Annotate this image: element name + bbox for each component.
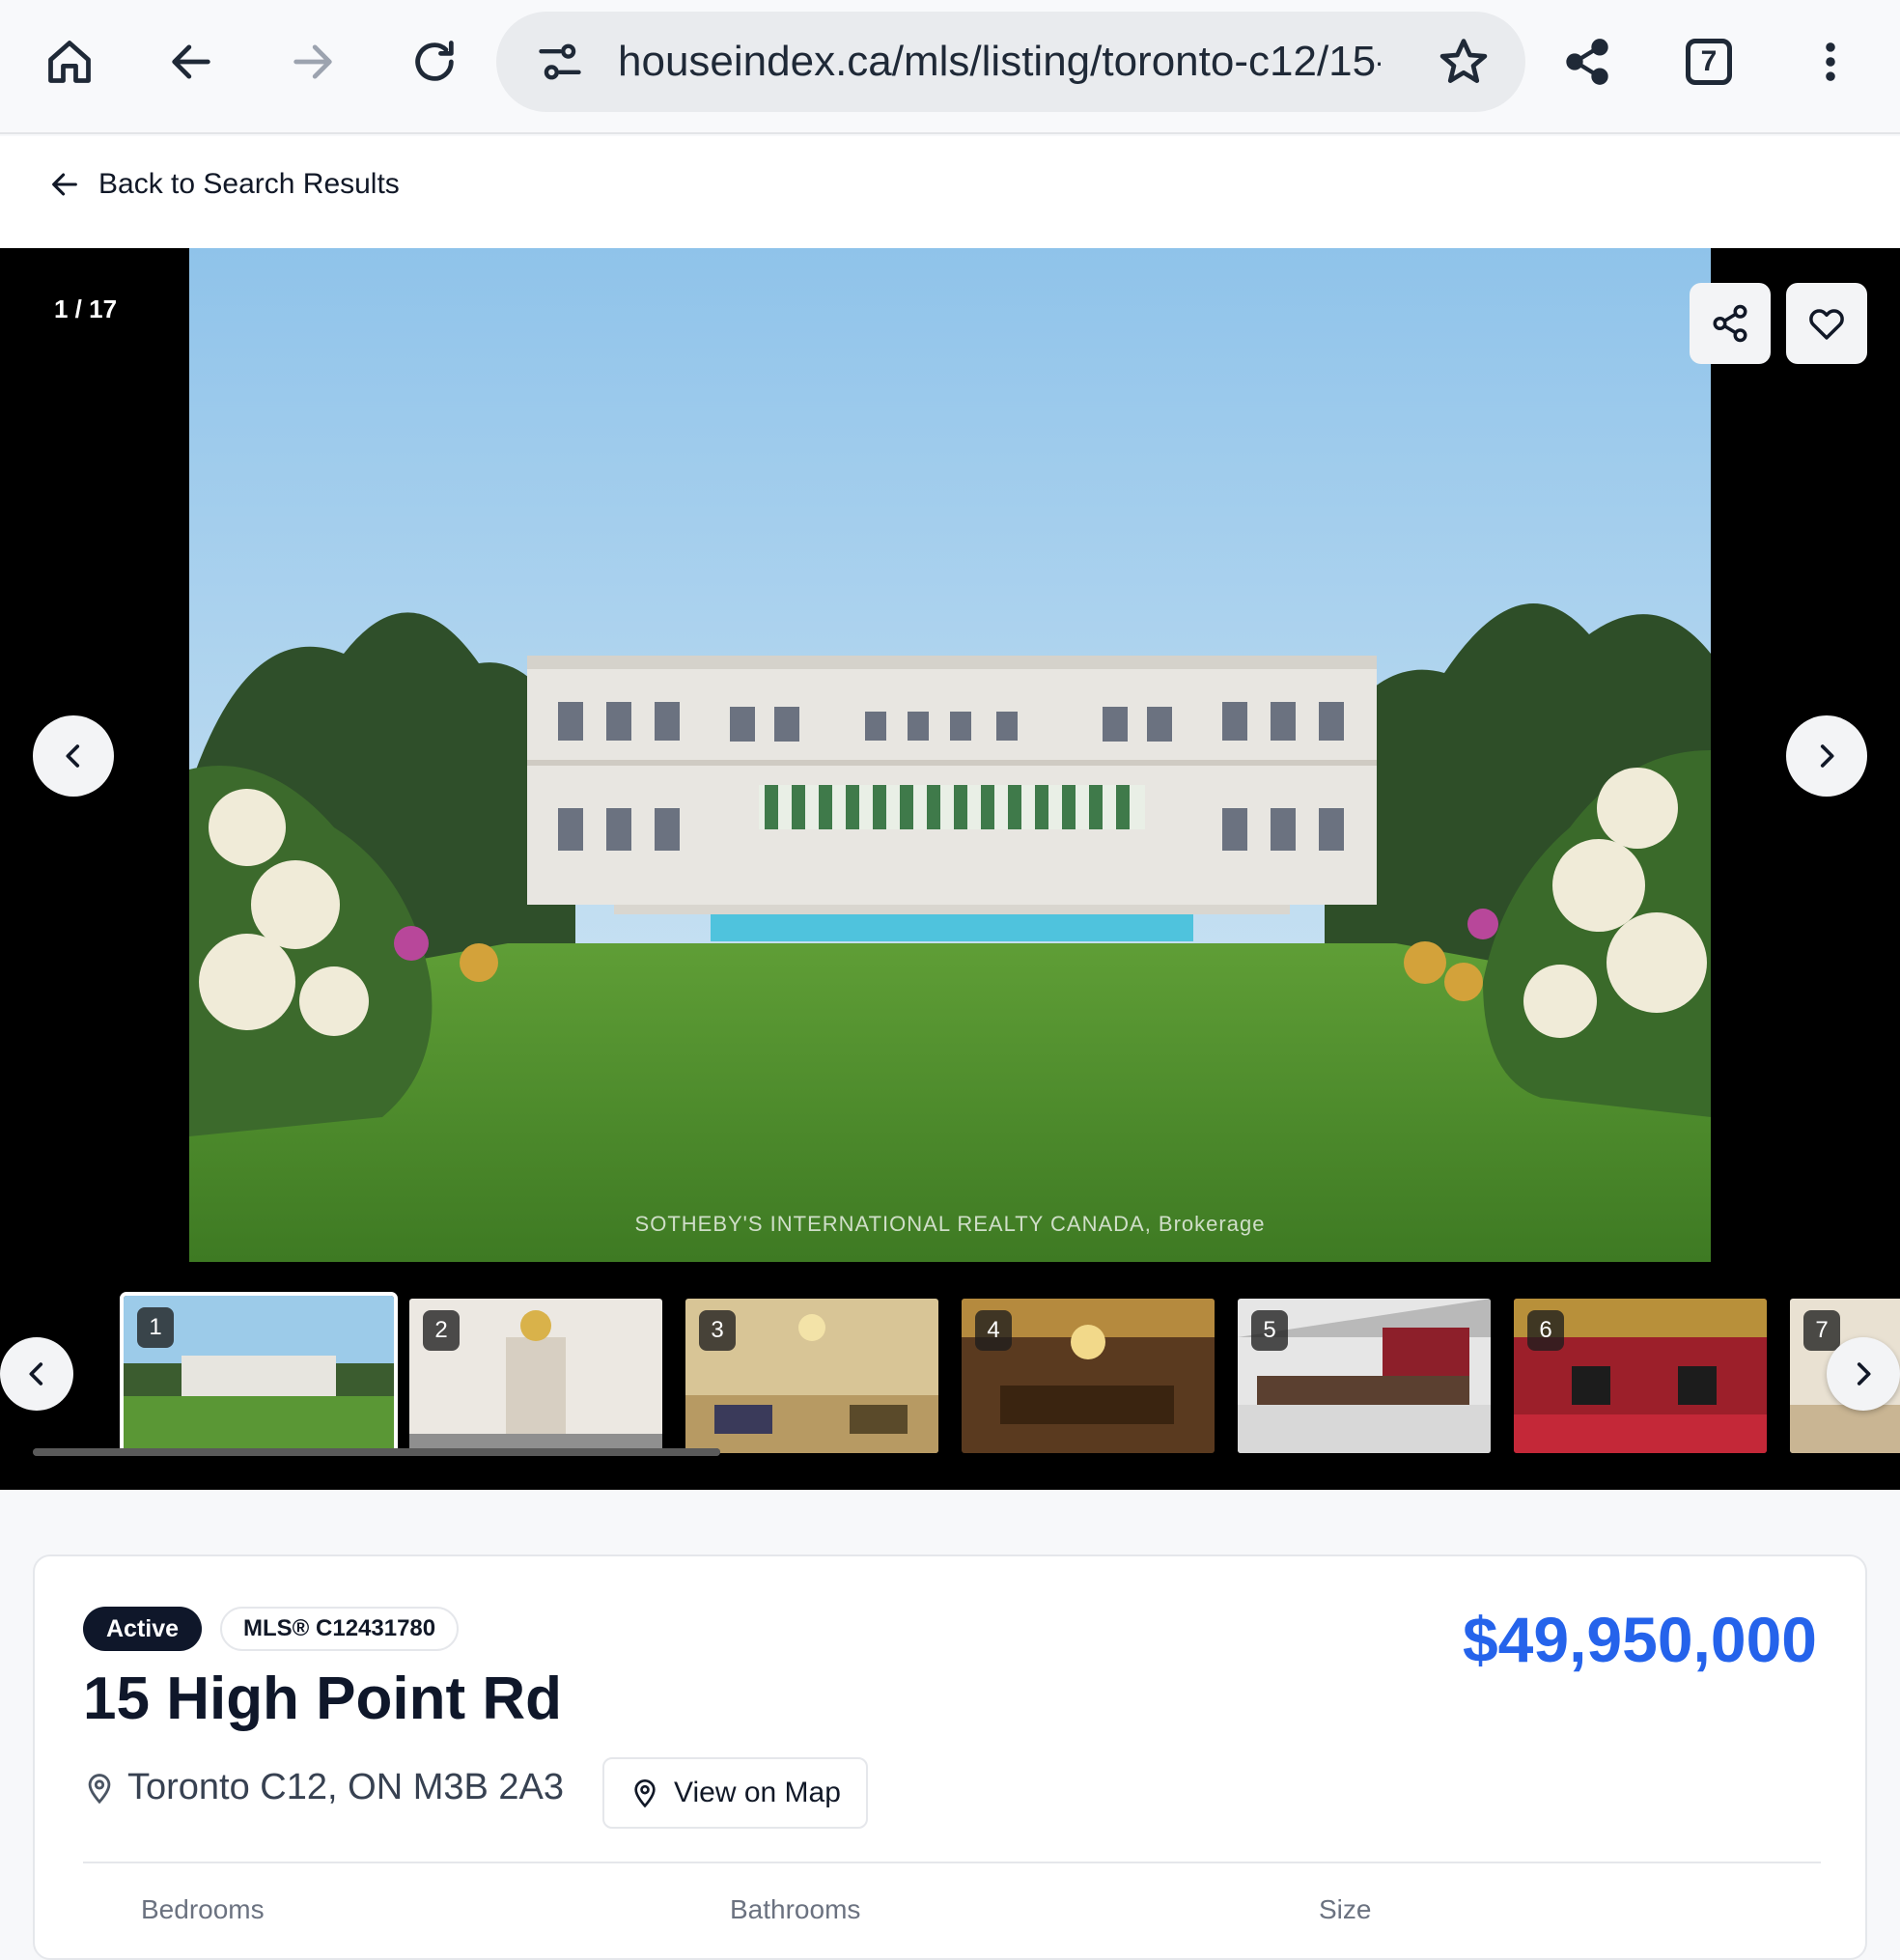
thumbnail-scrollbar-thumb[interactable]: [33, 1448, 720, 1456]
chevron-right-icon: [1820, 744, 1834, 768]
divider: [83, 1862, 1821, 1863]
browser-toolbar: houseindex.ca/mls/listing/toronto-c12/15…: [0, 0, 1900, 134]
share-icon: [1713, 304, 1747, 343]
thumbnail-number: 4: [975, 1310, 1012, 1351]
mls-number-badge: MLS® C12431780: [220, 1607, 460, 1651]
arrow-left-icon: [52, 173, 77, 196]
thumbnail-number: 3: [699, 1310, 736, 1351]
bookmark-star-icon[interactable]: [1437, 35, 1491, 89]
next-photo-button[interactable]: [1786, 715, 1867, 797]
photo-counter: 1 / 17: [54, 294, 118, 323]
size-label: Size: [1319, 1894, 1372, 1924]
back-bar: Back to Search Results: [0, 136, 1900, 248]
listing-details-card: Active MLS® C12431780 $49,950,000 15 Hig…: [33, 1554, 1867, 1960]
thumbnail-number: 1: [137, 1307, 174, 1348]
thumbnail-number: 7: [1803, 1310, 1840, 1351]
previous-photo-button[interactable]: [33, 715, 114, 797]
share-icon[interactable]: [1549, 23, 1626, 100]
tab-switcher-button[interactable]: 7: [1670, 23, 1747, 100]
main-photo[interactable]: [189, 248, 1711, 1262]
more-menu-icon[interactable]: [1792, 23, 1869, 100]
gallery-share-button[interactable]: [1690, 283, 1771, 364]
home-icon[interactable]: [31, 23, 108, 100]
listing-location: Toronto C12, ON M3B 2A3: [83, 1767, 564, 1808]
thumbnail-1[interactable]: 1: [120, 1292, 398, 1455]
view-on-map-button[interactable]: View on Map: [602, 1757, 868, 1829]
favorite-button[interactable]: [1786, 283, 1867, 364]
thumbnail-6[interactable]: 6: [1514, 1299, 1767, 1453]
reload-icon[interactable]: [396, 23, 473, 100]
thumbnail-number: 6: [1527, 1310, 1564, 1351]
thumbnails-previous-button[interactable]: [0, 1337, 73, 1411]
thumbnail-strip: 1 2 3 4 5 6 7: [0, 1291, 1900, 1455]
thumbnail-3[interactable]: 3: [685, 1299, 938, 1453]
status-badge: Active: [83, 1607, 203, 1651]
url-text[interactable]: houseindex.ca/mls/listing/toronto-c12/15…: [618, 12, 1381, 112]
photo-gallery: 1 / 17 SOTHEBY'S INTERNATIONAL REALTY CA…: [0, 248, 1900, 1490]
thumbnail-number: 2: [423, 1310, 460, 1351]
thumbnail-5[interactable]: 5: [1238, 1299, 1491, 1453]
thumbnail-scrollbar[interactable]: [33, 1448, 720, 1456]
location-pin-icon: [88, 1773, 111, 1804]
thumbnail-2[interactable]: 2: [409, 1299, 662, 1453]
listing-price: $49,950,000: [1462, 1604, 1817, 1675]
chevron-left-icon: [29, 1362, 43, 1386]
location-pin-icon: [634, 1779, 656, 1808]
back-to-results-link[interactable]: Back to Search Results: [48, 155, 400, 213]
address-bar[interactable]: houseindex.ca/mls/listing/toronto-c12/15…: [496, 12, 1525, 112]
listing-address: 15 High Point Rd: [83, 1666, 562, 1732]
bedrooms-label: Bedrooms: [141, 1894, 265, 1924]
tab-count: 7: [1686, 39, 1732, 85]
heart-icon: [1809, 309, 1844, 340]
back-arrow-icon[interactable]: [153, 23, 230, 100]
listing-city: Toronto C12, ON M3B 2A3: [127, 1767, 564, 1807]
chevron-right-icon: [1857, 1362, 1871, 1386]
site-settings-icon[interactable]: [535, 37, 585, 87]
thumbnail-4[interactable]: 4: [962, 1299, 1215, 1453]
thumbnail-number: 5: [1251, 1310, 1288, 1351]
chevron-left-icon: [66, 744, 80, 768]
thumbnails-next-button[interactable]: [1827, 1337, 1900, 1411]
forward-arrow-icon[interactable]: [274, 23, 351, 100]
photo-watermark: SOTHEBY'S INTERNATIONAL REALTY CANADA, B…: [634, 1212, 1266, 1236]
back-link-label: Back to Search Results: [98, 168, 400, 200]
view-on-map-label: View on Map: [674, 1777, 841, 1808]
bathrooms-label: Bathrooms: [730, 1894, 861, 1924]
